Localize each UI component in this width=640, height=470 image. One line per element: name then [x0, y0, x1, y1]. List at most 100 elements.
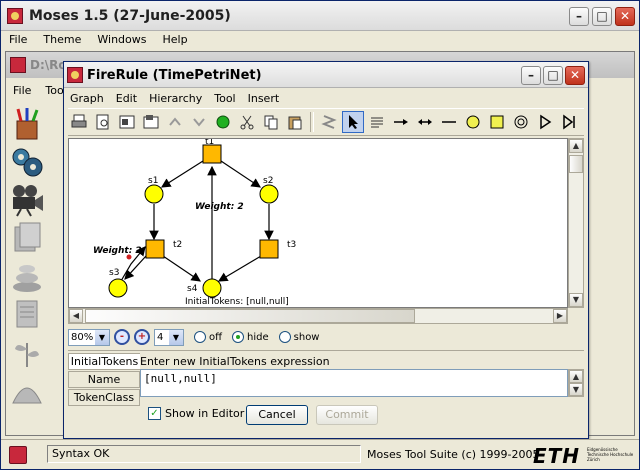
scroll-thumb[interactable]	[85, 309, 415, 323]
text-block-icon[interactable]	[366, 111, 388, 133]
minimize-button[interactable]: –	[569, 7, 589, 26]
print-icon[interactable]	[68, 111, 90, 133]
menu-windows[interactable]: Windows	[89, 31, 154, 49]
stones-icon[interactable]	[9, 259, 45, 293]
camera-icon[interactable]	[9, 183, 45, 217]
plant-icon[interactable]	[9, 335, 45, 369]
square-yellow-icon[interactable]	[486, 111, 508, 133]
firerule-window[interactable]: FireRule (TimePetriNet) – □ ✕ Graph Edit…	[63, 61, 589, 439]
ring-icon[interactable]	[510, 111, 532, 133]
tab-initialtokens[interactable]: InitialTokens	[68, 353, 140, 370]
input-scrollbar[interactable]: ▲ ▼	[568, 369, 584, 397]
pages-icon[interactable]	[9, 297, 45, 331]
close-button[interactable]: ✕	[565, 66, 585, 85]
commit-button[interactable]: Commit	[316, 405, 378, 425]
arrow-both-icon[interactable]	[414, 111, 436, 133]
show-in-editor-checkbox[interactable]: ✓ Show in Editor	[148, 407, 244, 420]
transition-t1	[202, 144, 222, 164]
copyright-text: Moses Tool Suite (c) 1999-2005	[367, 448, 540, 461]
app-logo-icon	[9, 446, 27, 464]
arrow-right-icon[interactable]	[390, 111, 412, 133]
menu-graph[interactable]: Graph	[64, 90, 110, 105]
maximize-button[interactable]: □	[543, 66, 563, 85]
select-arrow-icon[interactable]	[342, 111, 364, 133]
tab-tokenclass[interactable]: TokenClass	[68, 389, 140, 406]
menu-file[interactable]: File	[1, 31, 35, 49]
scroll-right-button[interactable]: ▶	[553, 309, 567, 323]
tool-sidebar	[9, 107, 49, 411]
image-icon[interactable]	[116, 111, 138, 133]
scroll-thumb[interactable]	[569, 155, 583, 173]
scroll-up-button[interactable]: ▲	[569, 370, 583, 383]
menu-insert[interactable]: Insert	[242, 90, 286, 105]
gears-icon[interactable]	[9, 145, 45, 179]
place-s2	[259, 184, 279, 204]
label-t3: t3	[287, 240, 296, 250]
zigzag-icon[interactable]	[318, 111, 340, 133]
menu-file[interactable]: File	[6, 82, 38, 99]
place-s3	[108, 278, 128, 298]
line-icon[interactable]	[438, 111, 460, 133]
transition-t3	[259, 239, 279, 259]
play-icon[interactable]	[534, 111, 556, 133]
zoom-value: 80%	[71, 331, 94, 343]
firerule-window-title: FireRule (TimePetriNet)	[87, 68, 262, 83]
maximize-button[interactable]: □	[592, 7, 612, 26]
document-stack-icon[interactable]	[9, 221, 45, 255]
shell-icon[interactable]	[9, 373, 45, 407]
scroll-down-button[interactable]: ▼	[569, 293, 583, 307]
radio-show-indicator[interactable]	[278, 331, 291, 343]
canvas-vertical-scrollbar[interactable]: ▲ ▼	[568, 138, 584, 308]
canvas-horizontal-scrollbar[interactable]: ◀ ▶	[68, 308, 568, 324]
show-in-editor-label: Show in Editor	[165, 407, 245, 420]
paste-icon[interactable]	[284, 111, 306, 133]
pencil-cup-icon[interactable]	[9, 107, 45, 141]
radio-hide-indicator[interactable]	[232, 331, 245, 343]
level-value: 4	[157, 331, 164, 343]
menu-tool[interactable]: Tool	[208, 90, 241, 105]
menu-help[interactable]: Help	[154, 31, 195, 49]
minimize-button[interactable]: –	[521, 66, 541, 85]
zoom-select[interactable]: 80% ▼	[68, 328, 110, 346]
circle-yellow-icon[interactable]	[462, 111, 484, 133]
radio-off-indicator[interactable]	[194, 331, 206, 343]
tab-name[interactable]: Name	[68, 371, 140, 388]
scroll-left-button[interactable]: ◀	[69, 309, 83, 323]
app-logo-icon	[67, 67, 83, 83]
close-button[interactable]: ✕	[615, 7, 635, 26]
radio-show[interactable]: show	[278, 331, 320, 343]
properties-icon[interactable]	[140, 111, 162, 133]
label-s4: s4	[187, 284, 198, 294]
property-panel: InitialTokens Name TokenClass Enter new …	[68, 350, 584, 436]
print-preview-icon[interactable]	[92, 111, 114, 133]
property-prompt: Enter new InitialTokens expression	[140, 355, 330, 368]
radio-hide[interactable]: hide	[232, 331, 269, 343]
place-s4	[202, 278, 222, 298]
scroll-down-button[interactable]: ▼	[569, 383, 583, 396]
menu-edit[interactable]: Edit	[110, 90, 143, 105]
copy-icon[interactable]	[260, 111, 282, 133]
zoom-out-icon[interactable]: -	[114, 329, 130, 345]
down-arrow-icon[interactable]	[188, 111, 210, 133]
radio-off[interactable]: off	[194, 331, 222, 343]
weight-label: Weight: 2	[93, 246, 142, 256]
checkmark-icon[interactable]: ✓	[148, 407, 161, 420]
go-icon[interactable]	[212, 111, 234, 133]
menu-theme[interactable]: Theme	[35, 31, 89, 49]
zoom-in-icon[interactable]: +	[134, 329, 150, 345]
initialtokens-input[interactable]: [null,null]	[140, 369, 568, 397]
menu-hierarchy[interactable]: Hierarchy	[143, 90, 208, 105]
label-s1: s1	[148, 176, 158, 186]
view-controls: 80% ▼ - + 4 ▼ off hide show	[68, 326, 584, 348]
level-select[interactable]: 4 ▼	[154, 328, 184, 346]
scroll-up-button[interactable]: ▲	[569, 139, 583, 153]
firerule-titlebar[interactable]: FireRule (TimePetriNet) – □ ✕	[64, 62, 588, 88]
label-s2: s2	[263, 176, 273, 186]
step-icon[interactable]	[558, 111, 580, 133]
cancel-button[interactable]: Cancel	[246, 405, 308, 425]
main-titlebar[interactable]: Moses 1.5 (27-June-2005) – □ ✕	[1, 1, 639, 31]
cut-icon[interactable]	[236, 111, 258, 133]
petri-net-canvas[interactable]: t1 s1 s2 t2 t3 s3 s4 Weight: 2 Weight: 2…	[68, 138, 568, 308]
up-arrow-icon[interactable]	[164, 111, 186, 133]
app-logo-icon	[7, 8, 23, 24]
